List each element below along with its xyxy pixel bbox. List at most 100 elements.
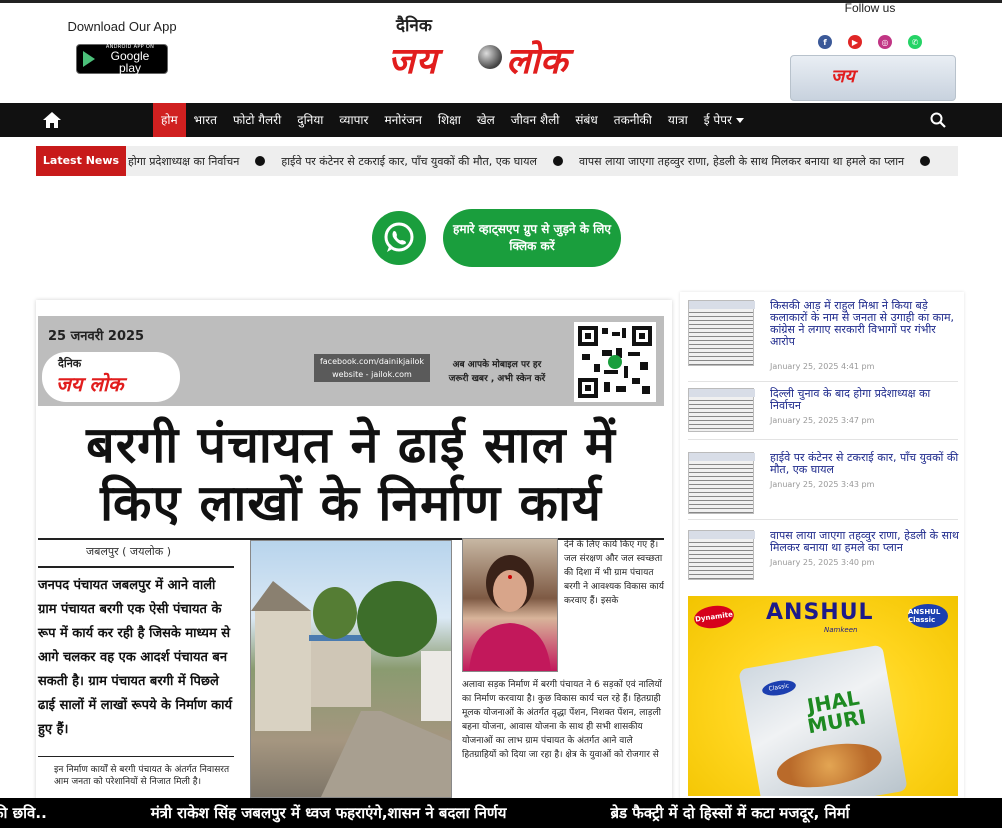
marquee-track: की छवि.. मंत्री राकेश सिंह जबलपुर में ध्… [0, 798, 954, 828]
clipping-logo: दैनिक जय लोक [42, 352, 180, 402]
ad-pack-name: JHAL MURI [805, 685, 868, 739]
whatsapp-icon[interactable]: ✆ [908, 35, 922, 49]
sidebar-news-item[interactable]: वापस लाया जाएगा तहव्वुर राणा, हेडली के स… [688, 530, 959, 586]
youtube-icon[interactable]: ▶ [848, 35, 862, 49]
ad-brand-name: ANSHUL [766, 600, 874, 625]
ad-brand-sub: Namkeen [824, 626, 858, 634]
clipping-website: website - jailok.com [332, 370, 412, 379]
news-title[interactable]: वापस लाया जाएगा तहव्वुर राणा, हेडली के स… [770, 530, 962, 554]
clipping-side-column: देने के लिए कार्य किए गए हैं। जल संरक्षण… [564, 540, 664, 606]
advertisement-banner[interactable]: Dynamite ANSHUL Namkeen ANSHUL Classic C… [688, 596, 958, 796]
newspaper-clipping: 25 जनवरी 2025 दैनिक जय लोक facebook.com/… [38, 316, 664, 798]
sidebar-news-item[interactable]: हाईवे पर कंटेनर से टकराई कार, पाँच युवको… [688, 452, 958, 520]
logo-jay: जय [388, 41, 438, 82]
clipping-divider [38, 566, 234, 568]
news-date: January 25, 2025 4:41 pm [770, 362, 875, 371]
nav-item-photo-gallery[interactable]: फोटो गैलरी [225, 103, 289, 137]
whatsapp-icon [384, 222, 414, 252]
sidebar-news-item[interactable]: किसकी आड़ में राहुल मिश्रा ने किया बड़े … [688, 300, 958, 382]
nav-item-relationship[interactable]: संबंध [567, 103, 605, 137]
nav-item-lifestyle[interactable]: जीवन शैली [503, 103, 568, 137]
facebook-icon[interactable]: f [818, 35, 832, 49]
whatsapp-join-button[interactable]: हमारे व्हाट्सएप ग्रुप से जुड़ने के लिए क… [443, 209, 621, 267]
marquee-item[interactable]: की छवि.. [0, 803, 47, 823]
clipping-mobile-line1: अब आपके मोबाइल पर हर [452, 360, 542, 370]
news-thumbnail [688, 300, 755, 366]
clipping-dateline: जबलपुर ( जयलोक ) [86, 545, 172, 558]
nav-item-world[interactable]: दुनिया [289, 103, 331, 137]
follow-block: Follow us f ▶ ◎ ✆ जय [790, 1, 956, 101]
google-play-icon [83, 51, 95, 67]
newspaper-promo-image[interactable]: जय [790, 55, 956, 101]
app-download-title: Download Our App [67, 19, 177, 34]
clipping-headline: बरगी पंचायत ने ढाई साल में किए लाखों के … [38, 416, 664, 532]
whatsapp-join-icon[interactable] [372, 211, 426, 265]
ticker-items: होगा प्रदेशाध्यक्ष का निर्वाचन हाईवे पर … [128, 146, 946, 176]
news-thumbnail [688, 452, 755, 514]
nav-item-home[interactable]: होम [153, 103, 186, 137]
follow-label: Follow us [844, 1, 896, 15]
clipping-body-text: इन निर्माण कार्यों से बरगी पंचायत के अंत… [54, 765, 230, 787]
instagram-icon[interactable]: ◎ [878, 35, 892, 49]
panchayat-building-photo [250, 540, 452, 798]
sarpanch-portrait-photo [462, 538, 558, 672]
bullet-icon [552, 156, 563, 166]
clipping-mobile-text: अब आपके मोबाइल पर हर जरूरी खबर , अभी स्क… [438, 358, 556, 386]
nav-items: होम भारत फोटो गैलरी दुनिया व्यापार मनोरं… [153, 103, 752, 137]
chevron-down-icon [735, 118, 744, 123]
google-play-button[interactable]: ANDROID APP ON Google play [76, 44, 168, 74]
logo-prefix: दैनिक [396, 16, 432, 36]
qr-code-icon [574, 322, 656, 402]
featured-article-card[interactable]: 25 जनवरी 2025 दैनिक जय लोक facebook.com/… [36, 300, 672, 800]
ticker-item[interactable]: वापस लाया जाएगा तहव्वुर राणा, हेडली के स… [579, 154, 904, 169]
clipping-header: 25 जनवरी 2025 दैनिक जय लोक facebook.com/… [38, 316, 664, 406]
clipping-logo-prefix: दैनिक [58, 357, 82, 370]
nav-item-entertainment[interactable]: मनोरंजन [376, 103, 429, 137]
news-thumbnail [688, 530, 755, 580]
building-illustration [251, 581, 451, 797]
ticker-item[interactable]: होगा प्रदेशाध्यक्ष का निर्वाचन [128, 154, 239, 169]
ticker-label: Latest News [36, 146, 126, 176]
google-play-text: ANDROID APP ON Google play [99, 44, 161, 75]
search-icon[interactable] [930, 112, 946, 128]
clipping-lower-column: अलावा सड़क निर्माण में बरगी पंचायत ने 6 … [462, 680, 662, 760]
sidebar-news: किसकी आड़ में राहुल मिश्रा ने किया बड़े … [680, 292, 964, 798]
clipping-date: 25 जनवरी 2025 [48, 329, 145, 344]
bullet-icon [255, 156, 266, 166]
nav-item-travel[interactable]: यात्रा [660, 103, 696, 137]
globe-icon [478, 45, 502, 69]
ad-dynamite-badge: Dynamite [692, 603, 736, 631]
nav-item-education[interactable]: शिक्षा [430, 103, 469, 137]
news-date: January 25, 2025 3:43 pm [770, 480, 875, 489]
bullet-icon [920, 156, 931, 166]
marquee-item[interactable]: मंत्री राकेश सिंह जबलपुर में ध्वज फहराएं… [151, 803, 507, 823]
nav-item-technology[interactable]: तकनीकी [606, 103, 660, 137]
marquee-item[interactable]: ब्रेड फैक्ट्री में दो हिस्सों में कटा मज… [610, 803, 849, 823]
news-date: January 25, 2025 3:40 pm [770, 558, 875, 567]
clipping-headline-line1: बरगी पंचायत ने ढाई साल में [86, 416, 616, 474]
nav-item-epaper-label: ई पेपर [703, 113, 732, 127]
nav-item-epaper[interactable]: ई पेपर [696, 103, 752, 137]
news-thumbnail [688, 388, 755, 432]
google-play-label: Google play [110, 48, 150, 75]
nav-item-india[interactable]: भारत [186, 103, 225, 137]
news-title[interactable]: हाईवे पर कंटेनर से टकराई कार, पाँच युवको… [770, 452, 962, 476]
newspaper-promo-logo: जय [831, 66, 855, 87]
app-download-block: Download Our App ANDROID APP ON Google p… [62, 19, 182, 74]
latest-news-ticker: Latest News होगा प्रदेशाध्यक्ष का निर्वा… [36, 146, 958, 176]
clipping-logo-main: जय लोक [56, 372, 124, 396]
clipping-headline-line2: किए लाखों के निर्माण कार्य [100, 474, 602, 532]
social-links: f ▶ ◎ ✆ [790, 35, 950, 49]
ad-bowl-image [773, 736, 885, 795]
nav-item-sports[interactable]: खेल [469, 103, 503, 137]
ad-pack-badge: Classic [761, 678, 797, 698]
news-title[interactable]: दिल्ली चुनाव के बाद होगा प्रदेशाध्यक्ष क… [770, 388, 962, 412]
nav-item-business[interactable]: व्यापार [331, 103, 376, 137]
news-title[interactable]: किसकी आड़ में राहुल मिश्रा ने किया बड़े … [770, 300, 962, 348]
logo-lok: लोक [506, 41, 568, 82]
clipping-mobile-line2: जरूरी खबर , अभी स्केन करें [448, 374, 546, 384]
sidebar-news-item[interactable]: दिल्ली चुनाव के बाद होगा प्रदेशाध्यक्ष क… [688, 388, 958, 440]
ticker-item[interactable]: हाईवे पर कंटेनर से टकराई कार, पाँच युवको… [281, 154, 537, 169]
home-icon[interactable] [42, 110, 62, 130]
site-logo[interactable]: दैनिक जय लोक [386, 11, 610, 87]
